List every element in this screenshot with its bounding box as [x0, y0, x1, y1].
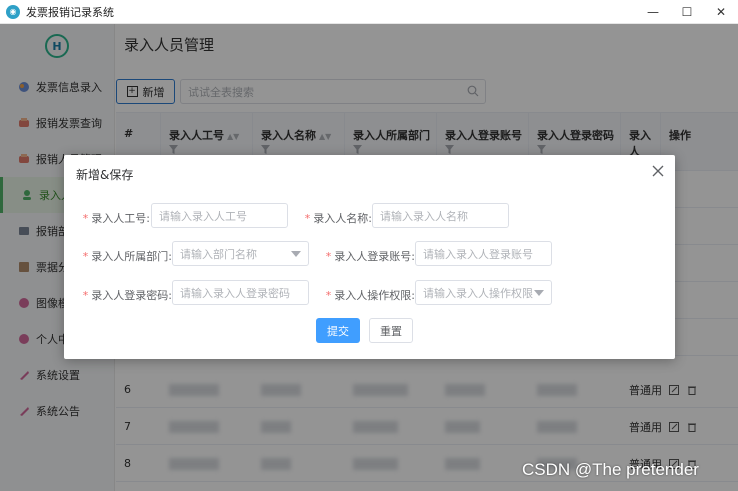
add-save-dialog: 新增&保存 * 录入人工号: 请输入录入人工号 * 录入人名称: 请输入录入人名称 …: [64, 155, 675, 359]
worker-id-field[interactable]: 请输入录入人工号: [151, 203, 288, 228]
permission-select[interactable]: 请输入录入人操作权限: [415, 280, 552, 305]
required-mark: *: [82, 289, 89, 302]
required-mark: *: [304, 212, 311, 225]
account-field[interactable]: 请输入录入人登录账号: [415, 241, 552, 266]
watermark: CSDN @The pretender: [522, 460, 699, 479]
permission-label: * 录入人操作权限:: [325, 289, 415, 302]
password-field[interactable]: 请输入录入人登录密码: [172, 280, 309, 305]
app-icon: ◉: [6, 4, 20, 19]
required-mark: *: [325, 250, 332, 263]
required-mark: *: [325, 289, 332, 302]
close-icon[interactable]: [651, 164, 665, 178]
close-window-button[interactable]: ✕: [704, 0, 738, 24]
department-select[interactable]: 请输入部门名称: [172, 241, 309, 266]
window-controls: — ☐ ✕: [636, 0, 738, 24]
required-mark: *: [82, 250, 89, 263]
window-title: 发票报销记录系统: [26, 5, 114, 19]
required-mark: *: [82, 212, 89, 225]
account-label: * 录入人登录账号:: [325, 250, 415, 263]
worker-id-label: * 录入人工号:: [82, 212, 150, 225]
password-label: * 录入人登录密码:: [82, 289, 172, 302]
department-label: * 录入人所属部门:: [82, 250, 172, 263]
reset-button[interactable]: 重置: [369, 318, 413, 343]
chevron-down-icon: [534, 290, 544, 296]
minimize-button[interactable]: —: [636, 0, 670, 24]
maximize-button[interactable]: ☐: [670, 0, 704, 24]
submit-button[interactable]: 提交: [316, 318, 360, 343]
name-field[interactable]: 请输入录入人名称: [372, 203, 509, 228]
name-label: * 录入人名称:: [304, 212, 372, 225]
chevron-down-icon: [291, 251, 301, 257]
dialog-title: 新增&保存: [76, 168, 134, 182]
title-bar: ◉ 发票报销记录系统 — ☐ ✕: [0, 0, 738, 24]
